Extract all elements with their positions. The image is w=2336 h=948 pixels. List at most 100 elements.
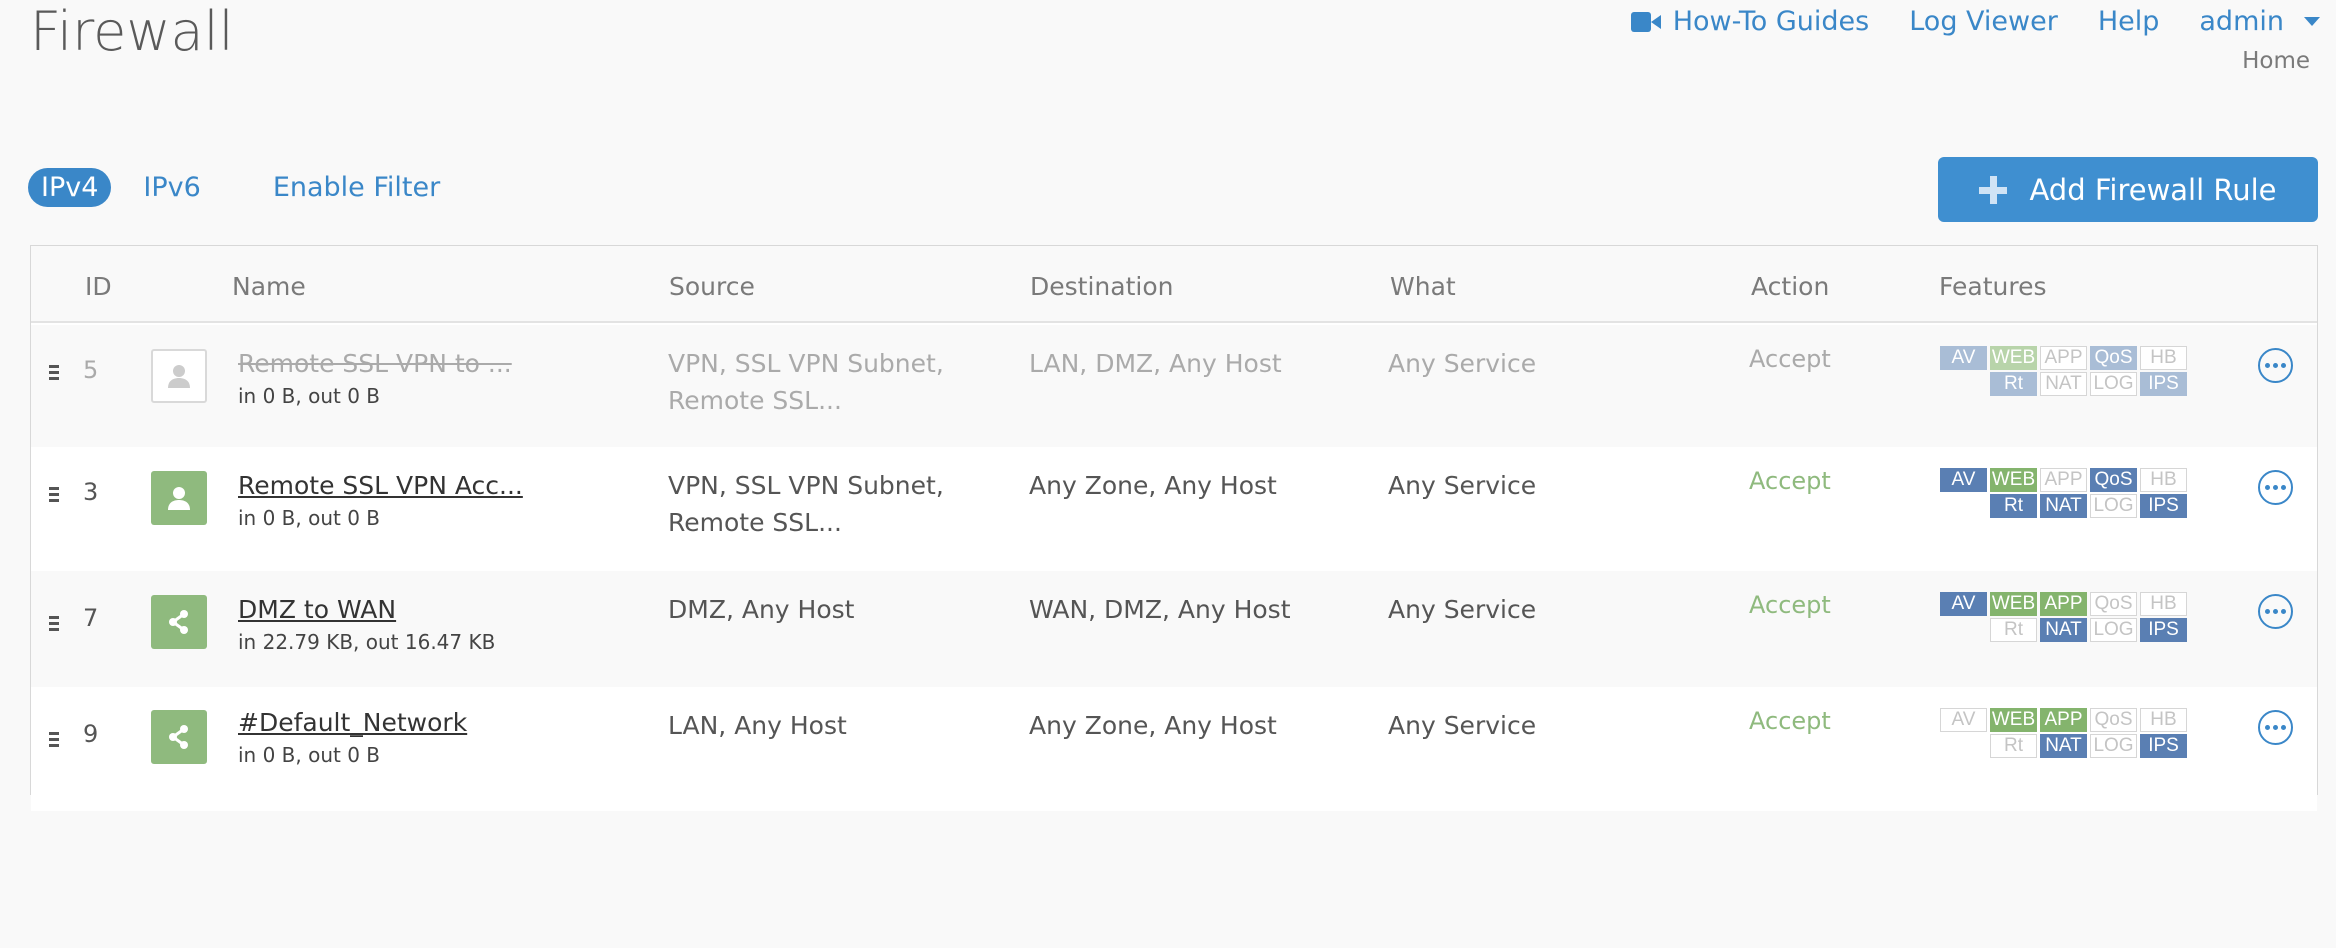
feature-badge-rt: Rt [1990,734,2037,758]
feature-badge-hb: HB [2140,468,2187,492]
rule-name-link[interactable]: #Default_Network [238,708,467,737]
table-row[interactable]: 3 Remote SSL VPN Acc... in 0 B, out 0 B VPN… [31,447,2317,571]
feature-badge-ips: IPS [2140,372,2187,396]
drag-handle-icon[interactable] [49,365,59,383]
column-header-id[interactable]: ID [85,272,112,301]
feature-badge-web: WEB [1990,346,2037,370]
rule-traffic: in 0 B, out 0 B [238,384,381,408]
feature-badge-nat: NAT [2040,372,2087,396]
feature-badge-qos: QoS [2090,346,2137,370]
feature-badge-row: Rt NAT LOG IPS [1939,734,2187,758]
column-header-what[interactable]: What [1390,272,1456,301]
feature-badge-app: APP [2040,468,2087,492]
enable-filter-link[interactable]: Enable Filter [273,172,440,203]
feature-badge-nat: NAT [2040,734,2087,758]
rule-id: 3 [83,478,99,506]
feature-badge-web: WEB [1990,468,2037,492]
user-icon [151,349,207,403]
more-options-icon[interactable] [2258,710,2293,745]
rule-action: Accept [1749,707,1831,735]
column-header-features[interactable]: Features [1939,272,2047,301]
rule-name-link[interactable]: Remote SSL VPN to ... [238,349,512,378]
drag-handle-icon[interactable] [49,487,59,505]
table-row[interactable]: 5 Remote SSL VPN to ... in 0 B, out 0 B VPN… [31,325,2317,449]
feature-badge-qos: QoS [2090,592,2137,616]
breadcrumb: Home [2242,48,2310,74]
feature-badge-hb: HB [2140,708,2187,732]
help-link[interactable]: Help [2098,6,2160,37]
drag-handle-icon[interactable] [49,732,59,750]
more-options-icon[interactable] [2258,348,2293,383]
feature-badge-qos: QoS [2090,708,2137,732]
rule-source: VPN, SSL VPN Subnet, Remote SSL... [668,467,944,541]
how-to-guides-link[interactable]: How-To Guides [1630,6,1870,37]
rule-source: VPN, SSL VPN Subnet, Remote SSL... [668,345,944,419]
network-share-icon [151,710,207,764]
caret-down-icon [2304,17,2320,26]
column-header-source[interactable]: Source [669,272,755,301]
rule-destination: WAN, DMZ, Any Host [1029,595,1291,624]
column-header-name[interactable]: Name [232,272,306,301]
rule-action: Accept [1749,345,1831,373]
rule-traffic: in 0 B, out 0 B [238,506,381,530]
rule-source-line: LAN, Any Host [668,711,847,740]
feature-badge-row: AV WEB APP QoS HB [1939,346,2187,370]
rule-source-line: DMZ, Any Host [668,595,855,624]
feature-badge-av: AV [1940,468,1987,492]
feature-badge-app: APP [2040,592,2087,616]
rule-source-line: VPN, SSL VPN Subnet, [668,471,944,500]
rule-features: AV WEB APP QoS HB Rt NAT LOG IPS [1939,468,2187,520]
feature-badge-row: AV WEB APP QoS HB [1939,708,2187,732]
feature-badge-av: AV [1940,592,1987,616]
column-header-destination[interactable]: Destination [1030,272,1173,301]
feature-badge-row: AV WEB APP QoS HB [1939,468,2187,492]
rule-destination: Any Zone, Any Host [1029,471,1277,500]
add-firewall-rule-button[interactable]: Add Firewall Rule [1938,157,2318,222]
admin-user-menu[interactable]: admin [2199,6,2320,37]
feature-badge-app: APP [2040,346,2087,370]
feature-badge-nat: NAT [2040,494,2087,518]
feature-badge-rt: Rt [1990,618,2037,642]
user-icon [151,471,207,525]
feature-badge-row: AV WEB APP QoS HB [1939,592,2187,616]
table-row[interactable]: 7 DMZ to WAN in 22.79 KB, out 16.47 KB DMZ,… [31,571,2317,695]
tab-ipv4[interactable]: IPv4 [28,168,112,207]
feature-badge-web: WEB [1990,592,2037,616]
feature-badge-rt: Rt [1990,494,2037,518]
feature-badge-row: Rt NAT LOG IPS [1939,372,2187,396]
feature-badge-row: Rt NAT LOG IPS [1939,494,2187,518]
how-to-guides-label: How-To Guides [1672,6,1870,37]
feature-badge-log: LOG [2090,494,2137,518]
rule-action: Accept [1749,591,1831,619]
rule-name-link[interactable]: Remote SSL VPN Acc... [238,471,523,500]
tab-ipv6[interactable]: IPv6 [143,172,200,203]
feature-badge-web: WEB [1990,708,2037,732]
feature-badge-av: AV [1940,346,1987,370]
rule-name-link[interactable]: DMZ to WAN [238,595,396,624]
feature-badge-ips: IPS [2140,494,2187,518]
rule-destination: LAN, DMZ, Any Host [1029,349,1282,378]
more-options-icon[interactable] [2258,594,2293,629]
feature-badge-hb: HB [2140,592,2187,616]
rule-traffic: in 0 B, out 0 B [238,743,381,767]
feature-badge-app: APP [2040,708,2087,732]
feature-badge-ips: IPS [2140,734,2187,758]
rule-id: 9 [83,720,99,748]
feature-badge-hb: HB [2140,346,2187,370]
page-title: Firewall [30,0,234,63]
ip-version-tabs: IPv4 IPv6 Enable Filter [28,168,512,207]
table-header: ID Name Source Destination What Action F… [31,246,2317,323]
rule-features: AV WEB APP QoS HB Rt NAT LOG IPS [1939,592,2187,644]
rule-destination: Any Zone, Any Host [1029,711,1277,740]
log-viewer-link[interactable]: Log Viewer [1909,6,2058,37]
feature-badge-av: AV [1940,708,1987,732]
table-row[interactable]: 9 #Default_Networkin 0 B, out 0 B LAN, Any… [31,687,2317,811]
more-options-icon[interactable] [2258,470,2293,505]
drag-handle-icon[interactable] [49,616,59,634]
feature-badge-log: LOG [2090,734,2137,758]
rule-service: Any Service [1388,349,1537,378]
rule-service: Any Service [1388,471,1537,500]
column-header-action[interactable]: Action [1751,272,1829,301]
feature-badge-qos: QoS [2090,468,2137,492]
rule-source: LAN, Any Host [668,707,847,744]
